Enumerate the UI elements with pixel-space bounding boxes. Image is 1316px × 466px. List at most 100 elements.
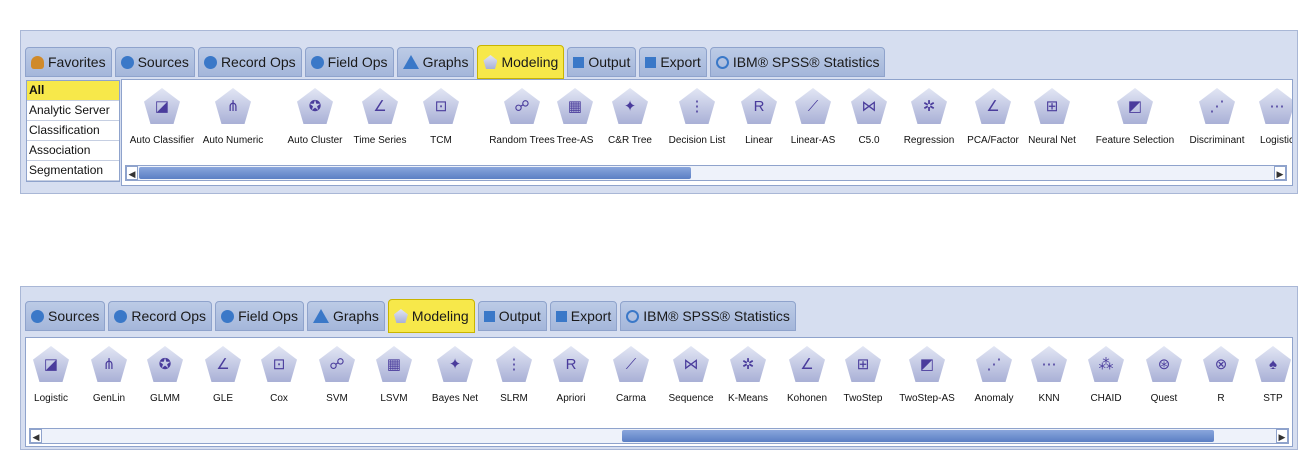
tab-label: Graphs	[332, 308, 379, 324]
sidebar-item-classification[interactable]: Classification	[27, 121, 119, 141]
node-stp[interactable]: ♠ STP	[1233, 346, 1292, 404]
tab-record-ops[interactable]: Record Ops	[197, 47, 302, 77]
c-r-tree-icon: ✦	[612, 88, 648, 124]
tab-ibm-spss-statistics[interactable]: IBM® SPSS® Statistics	[709, 47, 886, 77]
genlin-icon: ⋔	[91, 346, 127, 382]
node-feature-selection[interactable]: ◩ Feature Selection	[1095, 88, 1175, 146]
horizontal-scrollbar[interactable]: ◀ ▶	[125, 165, 1287, 181]
decision-list-icon: ⋮	[679, 88, 715, 124]
twostep-as-icon: ◩	[909, 346, 945, 382]
tcm-icon: ⊡	[423, 88, 459, 124]
circle-icon	[120, 55, 134, 69]
tab-export[interactable]: Export	[639, 47, 707, 77]
tab-graphs[interactable]: Graphs	[396, 47, 475, 77]
twostep-icon: ⊞	[845, 346, 881, 382]
horizontal-scrollbar[interactable]: ◀ ▶	[29, 428, 1289, 444]
glmm-icon: ✪	[147, 346, 183, 382]
sq-icon	[555, 310, 567, 322]
sq-icon	[573, 56, 585, 68]
bayes-net-icon: ✦	[437, 346, 473, 382]
circle-icon	[310, 55, 324, 69]
tab-export[interactable]: Export	[549, 301, 618, 331]
tri-icon	[402, 55, 419, 69]
scroll-thumb[interactable]	[139, 167, 691, 179]
node-logistic[interactable]: ⋯ Logistic	[1237, 88, 1292, 146]
tab-label: Sources	[137, 54, 189, 70]
logistic-icon: ◪	[33, 346, 69, 382]
kohonen-icon: ∠	[789, 346, 825, 382]
tab-favorites[interactable]: Favorites	[25, 47, 112, 77]
tab-sources[interactable]: Sources	[25, 301, 106, 331]
apriori-icon: R	[553, 346, 589, 382]
tab-record-ops[interactable]: Record Ops	[108, 301, 213, 331]
pent-icon	[483, 55, 498, 69]
node-auto-classifier[interactable]: ◪ Auto Classifier	[122, 88, 202, 146]
circle-icon	[31, 309, 44, 323]
modeling-palette-top: Favorites Sources Record Ops Field Ops Graph…	[20, 30, 1298, 194]
tree-as-icon: ▦	[557, 88, 593, 124]
tab-field-ops[interactable]: Field Ops	[215, 301, 304, 331]
gle-icon: ∠	[205, 346, 241, 382]
node-label: Auto Classifier	[129, 135, 195, 146]
person-icon	[31, 55, 44, 69]
tab-label: Favorites	[48, 54, 106, 70]
scroll-left-button[interactable]: ◀	[126, 166, 138, 180]
node-neural-net[interactable]: ⊞ Neural Net	[1012, 88, 1092, 146]
palette-tabs: Favorites Sources Record Ops Field Ops Graph…	[25, 45, 886, 79]
sq-icon	[645, 56, 657, 68]
tab-label: Export	[570, 308, 612, 324]
node-label: Neural Net	[1028, 135, 1076, 146]
quest-icon: ⊛	[1146, 346, 1182, 382]
pca-factor-icon: ∠	[975, 88, 1011, 124]
ring-icon	[626, 309, 640, 323]
node-auto-numeric[interactable]: ⋔ Auto Numeric	[193, 88, 273, 146]
tab-label: IBM® SPSS® Statistics	[732, 54, 880, 70]
lsvm-icon: ▦	[376, 346, 412, 382]
auto-cluster-icon: ✪	[297, 88, 333, 124]
tab-label: Output	[498, 308, 541, 324]
sidebar-item-all[interactable]: All	[27, 81, 119, 101]
modeling-palette-bottom: Sources Record Ops Field Ops Graphs Modeling…	[20, 286, 1298, 450]
node-tcm[interactable]: ⊡ TCM	[401, 88, 481, 146]
discriminant-icon: ⋰	[1199, 88, 1235, 124]
tab-label: Graphs	[422, 54, 469, 70]
tab-label: Export	[660, 54, 701, 70]
scroll-left-button[interactable]: ◀	[30, 429, 42, 443]
tab-sources[interactable]: Sources	[114, 47, 195, 77]
tab-graphs[interactable]: Graphs	[306, 301, 385, 331]
tab-label: Record Ops	[220, 54, 296, 70]
sidebar-item-segmentation[interactable]: Segmentation	[27, 161, 119, 181]
tab-modeling[interactable]: Modeling	[477, 45, 565, 79]
scroll-right-button[interactable]: ▶	[1274, 166, 1286, 180]
sidebar-item-association[interactable]: Association	[27, 141, 119, 161]
tab-label: Sources	[48, 308, 100, 324]
neural-net-icon: ⊞	[1034, 88, 1070, 124]
logistic-icon: ⋯	[1259, 88, 1292, 124]
node-label: STP	[1263, 393, 1283, 404]
scroll-right-button[interactable]: ▶	[1276, 429, 1288, 443]
scroll-thumb[interactable]	[622, 430, 1214, 442]
stp-icon: ♠	[1255, 346, 1291, 382]
tab-output[interactable]: Output	[477, 301, 547, 331]
tab-label: IBM® SPSS® Statistics	[643, 308, 790, 324]
palette-sidebar: All Analytic Server Classification Associat…	[26, 80, 120, 182]
pent-icon	[393, 309, 408, 323]
node-label: TCM	[430, 135, 452, 146]
linear-icon: R	[741, 88, 777, 124]
sq-icon	[483, 310, 495, 322]
slrm-icon: ⋮	[496, 346, 532, 382]
node-label: Feature Selection	[1095, 135, 1175, 146]
sidebar-item-analytic-server[interactable]: Analytic Server	[27, 101, 119, 121]
tab-output[interactable]: Output	[567, 47, 637, 77]
tab-modeling[interactable]: Modeling	[387, 299, 475, 333]
k-means-icon: ✲	[730, 346, 766, 382]
tab-label: Modeling	[411, 308, 469, 324]
tab-ibm-spss-statistics[interactable]: IBM® SPSS® Statistics	[620, 301, 796, 331]
tab-label: Modeling	[501, 54, 559, 70]
node-label: Auto Numeric	[202, 135, 264, 146]
circle-icon	[114, 309, 128, 323]
circle-icon	[203, 55, 217, 69]
tab-field-ops[interactable]: Field Ops	[304, 47, 394, 77]
auto-numeric-icon: ⋔	[215, 88, 251, 124]
knn-icon: ⋯	[1031, 346, 1067, 382]
